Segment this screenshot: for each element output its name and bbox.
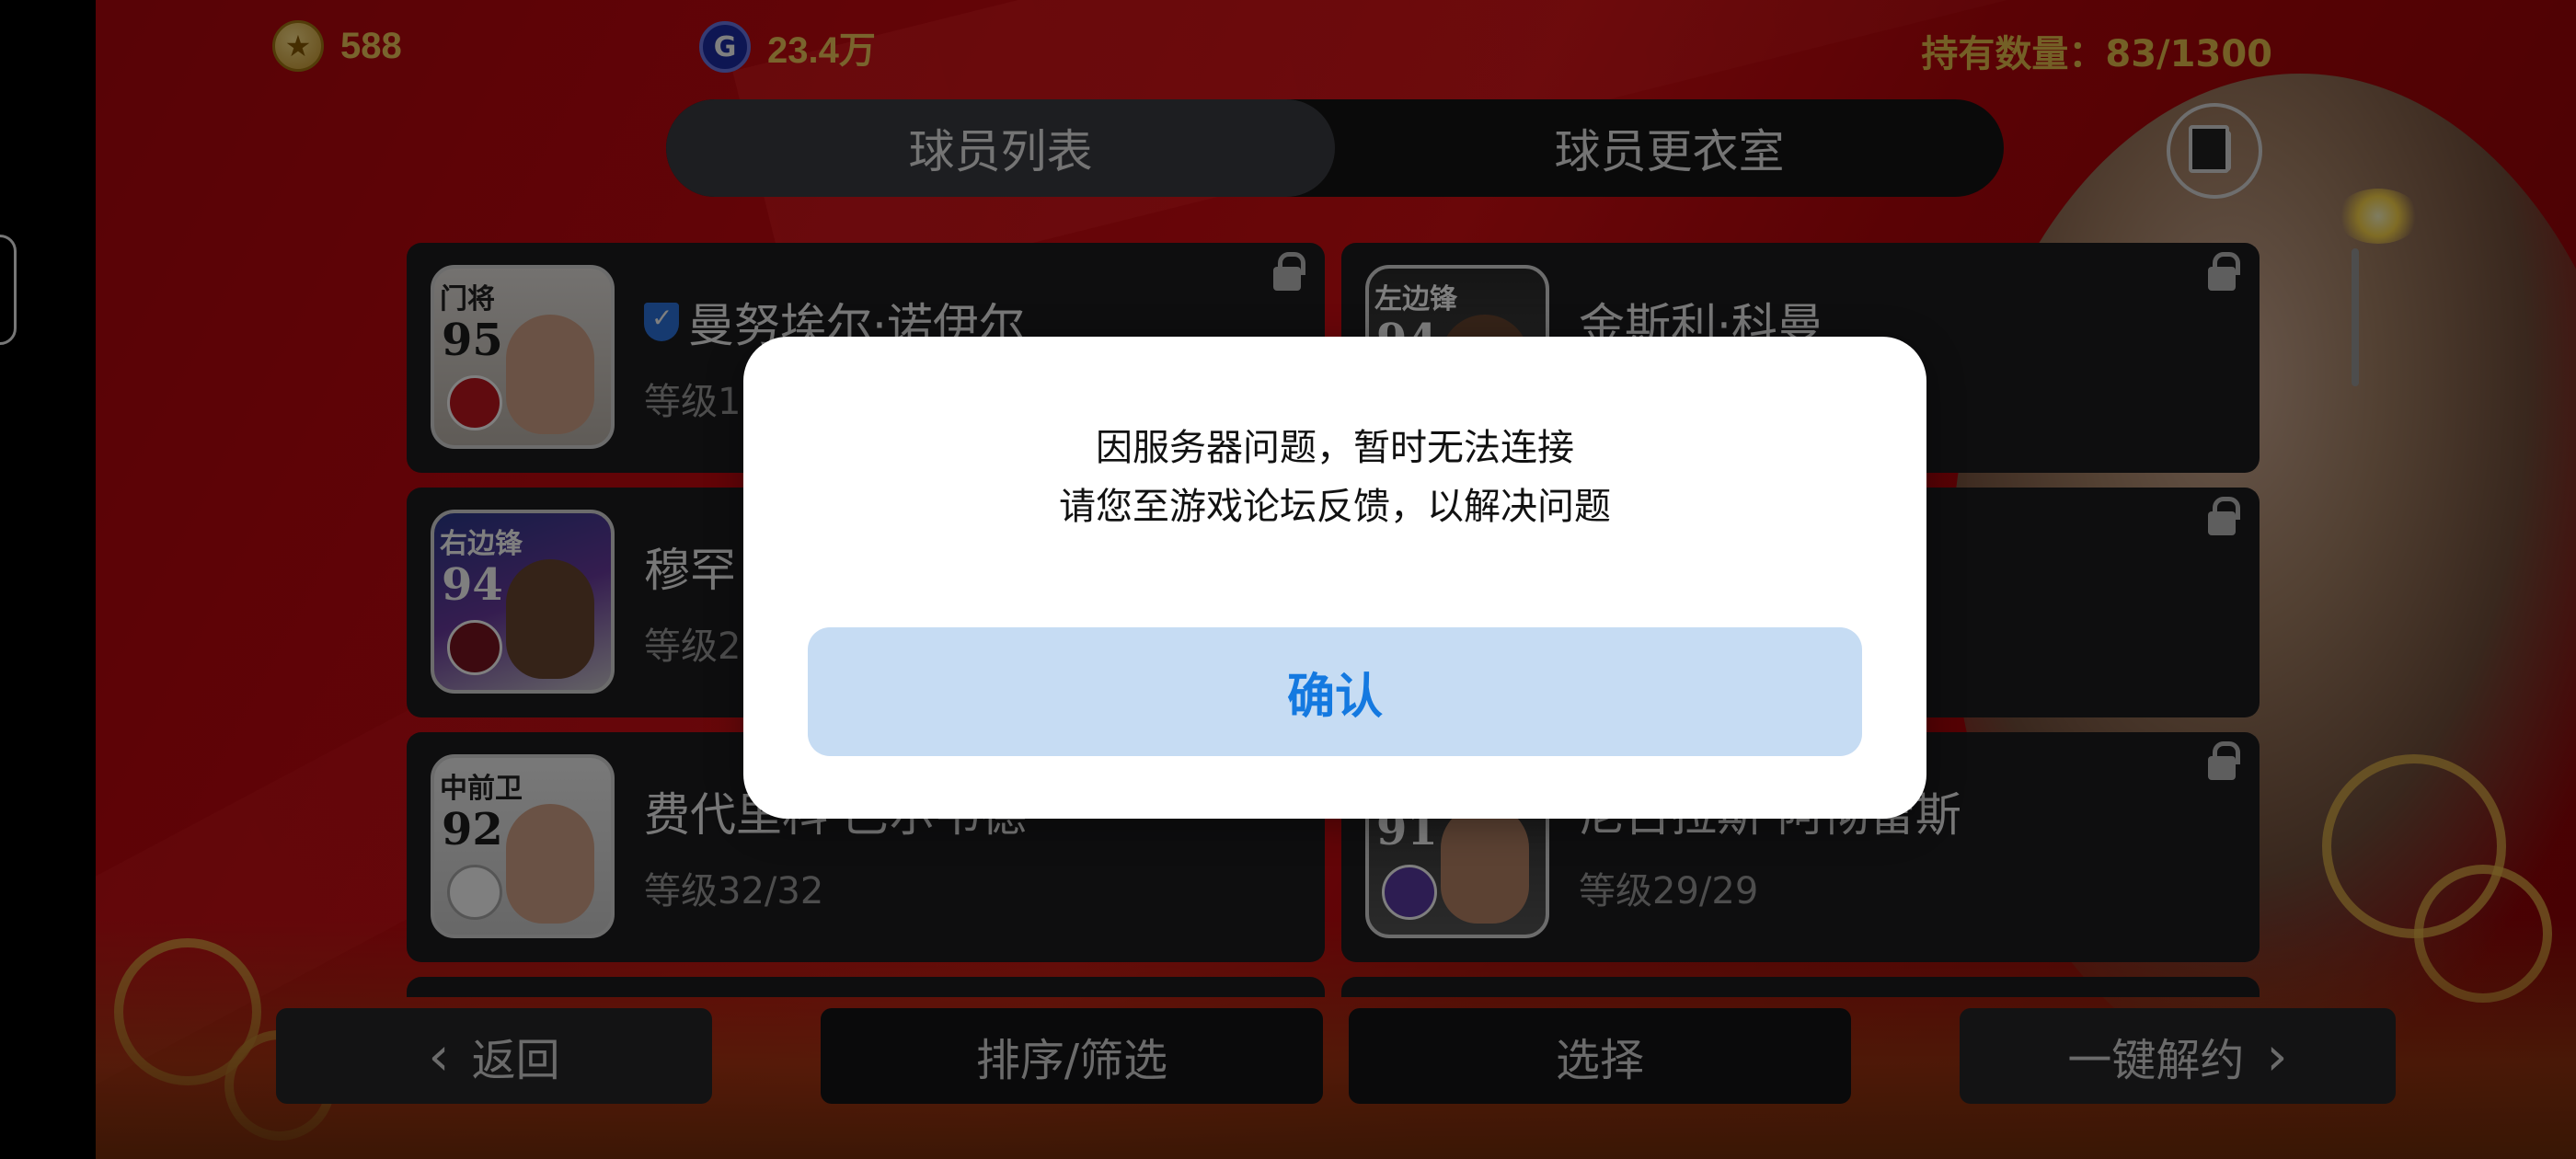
side-drawer-handle[interactable] (0, 235, 17, 345)
connection-error-dialog: 因服务器问题，暂时无法连接 请您至游戏论坛反馈，以解决问题 确认 (743, 337, 1926, 819)
confirm-button[interactable]: 确认 (808, 627, 1862, 756)
dialog-message-line-2: 请您至游戏论坛反馈，以解决问题 (1059, 486, 1611, 528)
dialog-message-line-1: 因服务器问题，暂时无法连接 (1096, 427, 1574, 469)
